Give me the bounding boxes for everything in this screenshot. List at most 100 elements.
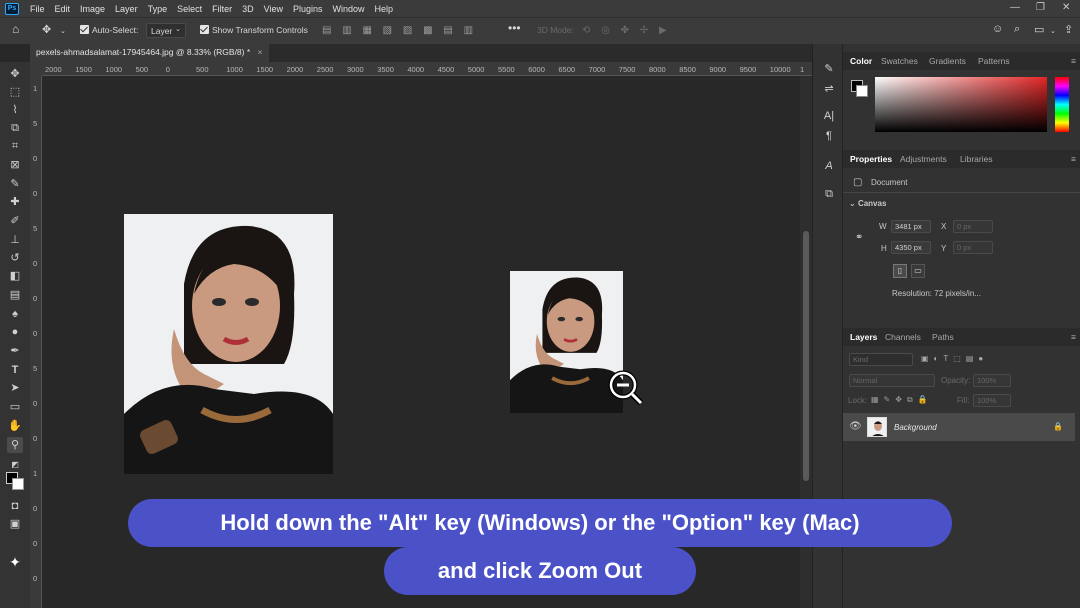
tab-properties[interactable]: Properties	[850, 154, 892, 164]
panel-menu-icon[interactable]: ≡	[1071, 154, 1076, 164]
document-tab[interactable]: pexels-ahmadsalamat-17945464.jpg @ 8.33%…	[30, 44, 269, 62]
tab-swatches[interactable]: Swatches	[881, 56, 918, 66]
opacity-field[interactable]: 100%	[973, 374, 1011, 387]
width-field[interactable]: 3481 px	[891, 220, 931, 233]
eraser-tool-icon[interactable]: ◧	[7, 268, 23, 284]
tab-adjustments[interactable]: Adjustments	[900, 154, 947, 164]
tab-color[interactable]: Color	[850, 56, 872, 66]
ruler-tick-label: 0	[33, 189, 38, 198]
search-icon[interactable]: ⌕	[1014, 23, 1020, 36]
landscape-orientation-icon[interactable]: ▭	[911, 264, 925, 278]
align-buttons[interactable]: ▤ ▥ ▦ ▧ ▨ ▩ ▤ ▥	[322, 25, 477, 36]
auto-select-checkbox[interactable]: Auto-Select:	[80, 25, 138, 35]
glyphs-panel-icon[interactable]: A	[821, 160, 837, 176]
tool-presets-icon[interactable]: ⇌	[821, 82, 837, 98]
marquee-tool-icon[interactable]: ⬚	[7, 84, 23, 100]
background-color-swatch[interactable]	[856, 85, 868, 97]
tab-gradients[interactable]: Gradients	[929, 56, 966, 66]
scrollbar-thumb[interactable]	[803, 231, 809, 481]
clone-source-icon[interactable]: ⧉	[821, 188, 837, 204]
lasso-tool-icon[interactable]: ⌇	[7, 102, 23, 118]
canvas-section-toggle[interactable]: ⌄ Canvas	[849, 199, 886, 208]
fill-field[interactable]: 100%	[973, 394, 1011, 407]
chevron-down-icon[interactable]: ⌄	[60, 27, 66, 35]
zoom-tool-icon[interactable]: ⚲	[7, 437, 23, 453]
panel-menu-icon[interactable]: ≡	[1071, 56, 1076, 66]
tab-channels[interactable]: Channels	[885, 332, 921, 342]
color-picker-field[interactable]	[875, 77, 1047, 132]
brush-tool-icon[interactable]: ✐	[7, 213, 23, 229]
frame-tool-icon[interactable]: ⊠	[7, 157, 23, 173]
path-selection-tool-icon[interactable]: ➤	[7, 380, 23, 396]
pen-tool-icon[interactable]: ✒	[7, 343, 23, 359]
gradient-tool-icon[interactable]: ▤	[7, 287, 23, 303]
panel-menu-icon[interactable]: ≡	[1071, 332, 1076, 342]
object-select-tool-icon[interactable]: ⧉	[7, 120, 23, 136]
ruler-tick-label: 0	[33, 539, 38, 548]
menu-edit[interactable]: Edit	[50, 4, 76, 14]
close-tab-icon[interactable]: ×	[258, 47, 263, 57]
layer-filter-icons[interactable]: ▣◐T⬚▤●	[921, 354, 988, 363]
dodge-tool-icon[interactable]: ●	[7, 324, 23, 340]
ruler-tick-label: 7000	[588, 65, 606, 74]
share-user-icon[interactable]: ☺	[992, 23, 1003, 35]
quick-mask-icon[interactable]: ◘	[7, 498, 23, 514]
move-tool-icon[interactable]: ✥	[42, 23, 51, 36]
menu-select[interactable]: Select	[172, 4, 207, 14]
menu-plugins[interactable]: Plugins	[288, 4, 328, 14]
x-field[interactable]: 0 px	[953, 220, 993, 233]
home-icon[interactable]: ⌂	[12, 22, 19, 36]
menu-type[interactable]: Type	[143, 4, 173, 14]
history-brush-tool-icon[interactable]: ↺	[7, 250, 23, 266]
tab-layers[interactable]: Layers	[850, 332, 877, 342]
healing-brush-tool-icon[interactable]: ✚	[7, 194, 23, 210]
link-icon[interactable]: ⚭	[855, 232, 863, 243]
tab-patterns[interactable]: Patterns	[978, 56, 1010, 66]
edit-toolbar-icon[interactable]: ✦	[7, 554, 23, 570]
background-color-swatch[interactable]	[12, 478, 24, 490]
show-transform-checkbox[interactable]: Show Transform Controls	[200, 25, 308, 35]
share-icon[interactable]: ⇪	[1064, 23, 1073, 36]
brush-settings-icon[interactable]: ✎	[821, 62, 837, 78]
layer-kind-filter[interactable]: Kind	[849, 353, 913, 366]
maximize-icon[interactable]: ❐	[1036, 2, 1045, 13]
screen-mode-icon[interactable]: ▣	[7, 516, 23, 532]
menu-window[interactable]: Window	[328, 4, 370, 14]
lock-icons[interactable]: ▦✎✥⧉🔒	[871, 395, 933, 405]
auto-select-dropdown[interactable]: Layer ⌄	[146, 23, 186, 38]
layer-lock-icon[interactable]: 🔒	[1053, 422, 1063, 431]
type-tool-icon[interactable]: T	[7, 362, 23, 378]
menu-filter[interactable]: Filter	[207, 4, 237, 14]
chevron-down-icon[interactable]: ⌄	[1050, 27, 1056, 35]
clone-stamp-tool-icon[interactable]: ⊥	[7, 232, 23, 248]
blur-tool-icon[interactable]: ♠	[7, 306, 23, 322]
menu-layer[interactable]: Layer	[110, 4, 143, 14]
paragraph-panel-icon[interactable]: ¶	[821, 130, 837, 146]
layer-row-background[interactable]: 👁 Background 🔒	[843, 413, 1075, 441]
hand-tool-icon[interactable]: ✋	[7, 418, 23, 434]
hue-slider[interactable]	[1055, 77, 1069, 132]
tab-libraries[interactable]: Libraries	[960, 154, 993, 164]
tab-paths[interactable]: Paths	[932, 332, 954, 342]
close-icon[interactable]: ✕	[1062, 2, 1070, 13]
move-tool-icon[interactable]: ✥	[7, 66, 23, 82]
more-options-icon[interactable]: •••	[508, 21, 521, 35]
visibility-eye-icon[interactable]: 👁	[849, 421, 862, 432]
crop-tool-icon[interactable]: ⌗	[7, 138, 23, 154]
blend-mode-dropdown[interactable]: Normal	[849, 374, 935, 387]
menu-view[interactable]: View	[259, 4, 288, 14]
eyedropper-tool-icon[interactable]: ✎	[7, 176, 23, 192]
ruler-tick-label: 0	[33, 294, 38, 303]
character-panel-icon[interactable]: A|	[821, 110, 837, 126]
menu-image[interactable]: Image	[75, 4, 110, 14]
portrait-orientation-icon[interactable]: ▯	[893, 264, 907, 278]
workspace-icon[interactable]: ▭	[1034, 23, 1044, 36]
y-field[interactable]: 0 px	[953, 241, 993, 254]
minimize-icon[interactable]: —	[1010, 2, 1020, 13]
menu-3d[interactable]: 3D	[237, 4, 259, 14]
rectangle-tool-icon[interactable]: ▭	[7, 399, 23, 415]
height-field[interactable]: 4350 px	[891, 241, 931, 254]
menu-help[interactable]: Help	[370, 4, 399, 14]
default-colors-icon[interactable]: ◩	[7, 457, 23, 473]
menu-file[interactable]: File	[25, 4, 50, 14]
